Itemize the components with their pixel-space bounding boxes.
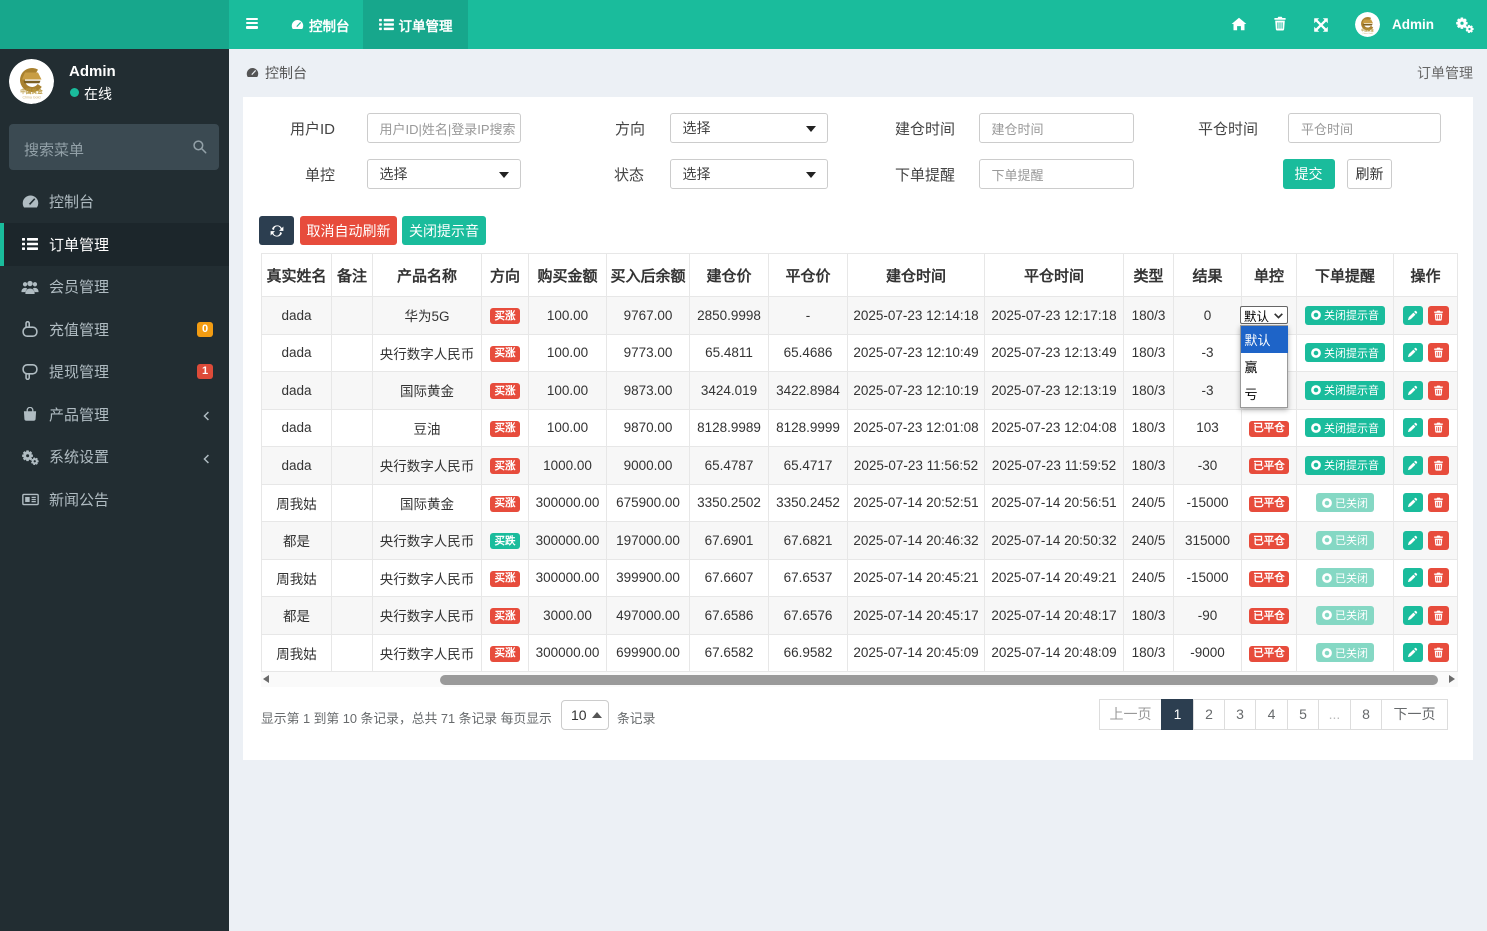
svg-text:China Gold: China Gold <box>1362 33 1372 35</box>
svg-text:中国黄金: 中国黄金 <box>20 88 43 96</box>
svg-text:中国黄金: 中国黄金 <box>1361 27 1374 32</box>
svg-text:China Gold: China Gold <box>23 96 41 100</box>
